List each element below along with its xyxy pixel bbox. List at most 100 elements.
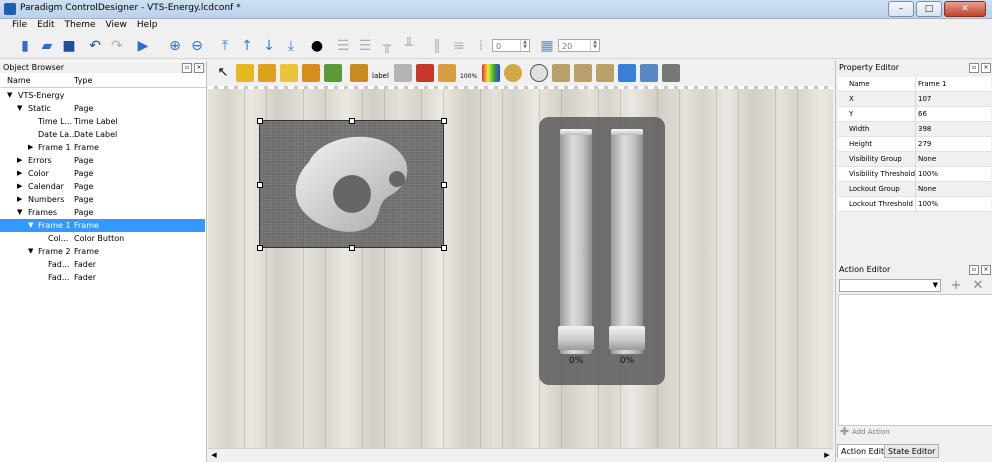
expand-arrow-icon[interactable]: ▼	[28, 245, 33, 258]
close-panel-icon[interactable]: ×	[981, 63, 991, 73]
property-row[interactable]: Y 66	[838, 107, 991, 122]
add-table-icon[interactable]	[662, 64, 680, 82]
collapse-arrow-icon[interactable]: ▶	[17, 167, 22, 180]
scroll-left-icon[interactable]: ◀	[209, 450, 219, 460]
tree-row[interactable]: ▼ Static Page	[0, 102, 205, 115]
add-label-icon[interactable]: label	[372, 64, 390, 82]
resize-handle[interactable]	[257, 118, 263, 124]
tree-row[interactable]: Date La... Date Label	[0, 128, 205, 141]
column-type-header[interactable]: Type	[74, 76, 92, 85]
add-list-icon[interactable]	[640, 64, 658, 82]
add-color-icon[interactable]	[482, 64, 500, 82]
resize-handle[interactable]	[441, 182, 447, 188]
menu-theme[interactable]: Theme	[61, 19, 100, 33]
distribute-horizontal-icon[interactable]: ‖	[428, 37, 446, 55]
delete-icon[interactable]: ✕	[969, 278, 987, 293]
align-bottom-icon[interactable]: ╨	[400, 37, 418, 55]
add-keypad-icon[interactable]	[618, 64, 636, 82]
add-date-label-icon[interactable]	[574, 64, 592, 82]
tree-row[interactable]: Fad... Fader	[0, 258, 205, 271]
collapse-arrow-icon[interactable]: ▶	[17, 193, 22, 206]
add-frame-icon[interactable]	[258, 64, 276, 82]
resize-handle[interactable]	[349, 245, 355, 251]
add-dial-icon[interactable]	[504, 64, 522, 82]
tree-row[interactable]: Col... Color Button	[0, 232, 205, 245]
fader-2[interactable]	[609, 129, 645, 354]
tree-row[interactable]: ▶ Frame 1 Frame	[0, 141, 205, 154]
collapse-arrow-icon[interactable]: ▶	[28, 141, 33, 154]
add-popup-icon[interactable]	[302, 64, 320, 82]
collapse-arrow-icon[interactable]: ▶	[17, 154, 22, 167]
close-button[interactable]: ✕	[944, 1, 986, 17]
add-percent-icon[interactable]: 100%	[460, 64, 478, 82]
zoom-out-icon[interactable]: ⊖	[188, 37, 206, 55]
maximize-button[interactable]: □	[916, 1, 942, 17]
new-file-icon[interactable]: ▮	[16, 37, 34, 55]
fader-1[interactable]	[558, 129, 594, 354]
design-canvas[interactable]: 0% 0%	[208, 86, 833, 448]
align-right-icon[interactable]: ☰	[356, 37, 374, 55]
menu-file[interactable]: File	[8, 19, 31, 33]
property-row[interactable]: Visibility Threshold 100%	[838, 167, 991, 182]
column-name-header[interactable]: Name	[7, 76, 31, 85]
add-time-label-icon[interactable]	[552, 64, 570, 82]
resize-handle[interactable]	[441, 118, 447, 124]
canvas-horizontal-scrollbar[interactable]: ◀ ▶	[208, 448, 833, 461]
fader-knob[interactable]	[558, 326, 594, 350]
add-image-icon[interactable]	[324, 64, 342, 82]
send-backward-icon[interactable]: ↓	[260, 37, 278, 55]
add-page-icon[interactable]	[236, 64, 254, 82]
property-row[interactable]: Lockout Threshold 100%	[838, 197, 991, 212]
add-icon[interactable]: +	[947, 278, 965, 293]
tree-row[interactable]: ▼ Frames Page	[0, 206, 205, 219]
preview-play-icon[interactable]: ▶	[134, 37, 152, 55]
tree-row[interactable]: ▼ Frame 2 Frame	[0, 245, 205, 258]
lock-icon[interactable]: ●	[308, 37, 326, 55]
save-icon[interactable]: ■	[60, 37, 78, 55]
add-group-icon[interactable]	[280, 64, 298, 82]
redo-icon[interactable]: ↷	[108, 37, 126, 55]
open-folder-icon[interactable]: ▰	[38, 37, 56, 55]
minimize-button[interactable]: –	[888, 1, 914, 17]
tree-row[interactable]: Time L... Time Label	[0, 115, 205, 128]
float-panel-icon[interactable]: ▫	[182, 63, 192, 73]
distribute-vertical-icon[interactable]: ≡	[450, 37, 468, 55]
float-panel-icon[interactable]: ▫	[969, 265, 979, 275]
float-panel-icon[interactable]: ▫	[969, 63, 979, 73]
property-row[interactable]: Name Frame 1	[838, 77, 991, 92]
property-row[interactable]: Visibility Group None	[838, 152, 991, 167]
resize-handle[interactable]	[349, 118, 355, 124]
add-edit-icon[interactable]	[416, 64, 434, 82]
menu-view[interactable]: View	[102, 19, 131, 33]
zoom-in-icon[interactable]: ⊕	[166, 37, 184, 55]
bring-to-front-icon[interactable]: ⤒	[216, 37, 234, 55]
expand-arrow-icon[interactable]: ▼	[17, 206, 22, 219]
add-calendar-icon[interactable]	[596, 64, 614, 82]
tree-row[interactable]: ▶ Calendar Page	[0, 180, 205, 193]
add-action-button[interactable]: ✚ Add Action	[839, 425, 897, 439]
close-panel-icon[interactable]: ×	[194, 63, 204, 73]
send-to-back-icon[interactable]: ⤓	[282, 37, 300, 55]
close-panel-icon[interactable]: ×	[981, 265, 991, 275]
action-list[interactable]	[838, 294, 992, 426]
fader-knob[interactable]	[609, 326, 645, 350]
expand-arrow-icon[interactable]: ▼	[17, 102, 22, 115]
scroll-right-icon[interactable]: ▶	[822, 450, 832, 460]
grid-size-spinbox[interactable]: 20 ▲ ▼	[558, 39, 600, 52]
pointer-select-icon[interactable]: ↖	[214, 64, 232, 82]
frame-2[interactable]: 0% 0%	[539, 117, 665, 385]
add-clock-icon[interactable]	[530, 64, 548, 82]
align-left-icon[interactable]: ☰	[334, 37, 352, 55]
property-row[interactable]: Lockout Group None	[838, 182, 991, 197]
tree-row-selected[interactable]: ▼ Frame 1 Frame	[0, 219, 205, 232]
action-type-select[interactable]: ▼	[839, 279, 941, 292]
tree-row[interactable]: ▼ VTS-Energy	[0, 89, 205, 102]
resize-handle[interactable]	[257, 182, 263, 188]
property-row[interactable]: Width 398	[838, 122, 991, 137]
tree-row[interactable]: ▶ Color Page	[0, 167, 205, 180]
menu-help[interactable]: Help	[133, 19, 162, 33]
add-button-icon[interactable]	[350, 64, 368, 82]
tree-row[interactable]: Fad... Fader	[0, 271, 205, 284]
resize-handle[interactable]	[441, 245, 447, 251]
add-text-icon[interactable]	[394, 64, 412, 82]
